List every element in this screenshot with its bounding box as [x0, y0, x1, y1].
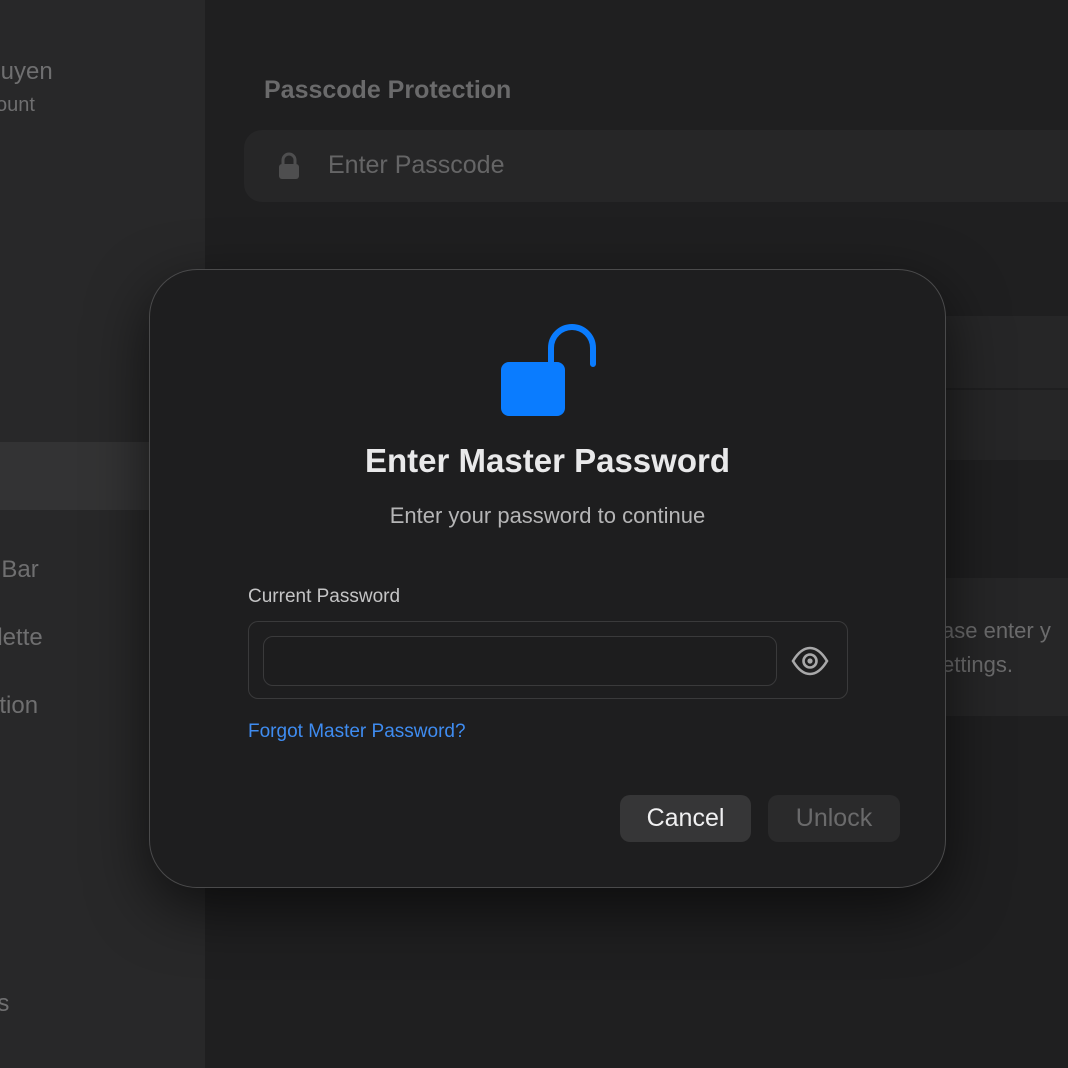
- master-password-dialog: Enter Master Password Enter your passwor…: [149, 269, 946, 888]
- sidebar-item[interactable]: ws: [0, 990, 9, 1018]
- unlock-button[interactable]: Unlock: [768, 795, 900, 842]
- passcode-input[interactable]: Enter Passcode: [244, 130, 1068, 202]
- info-text: ase enter y ettings.: [942, 614, 1051, 682]
- current-password-label: Current Password: [248, 586, 401, 607]
- sidebar-item[interactable]: alette: [0, 624, 43, 652]
- cancel-button[interactable]: Cancel: [620, 795, 751, 842]
- passcode-placeholder: Enter Passcode: [328, 151, 505, 179]
- dialog-title: Enter Master Password: [365, 442, 730, 479]
- section-heading: Passcode Protection: [264, 76, 512, 104]
- dialog-subtitle: Enter your password to continue: [389, 503, 706, 528]
- lock-open-icon: [499, 324, 599, 423]
- app-window: lguyen count e t Bar alette ation ws Pas…: [0, 0, 1068, 1068]
- eye-icon[interactable]: [791, 646, 831, 676]
- settings-row[interactable]: [944, 316, 1068, 388]
- forgot-password-link[interactable]: Forgot Master Password?: [248, 721, 466, 743]
- current-password-input[interactable]: [263, 636, 777, 686]
- settings-row[interactable]: [944, 390, 1068, 460]
- info-text-line: ettings.: [942, 652, 1013, 677]
- sidebar-user-name: lguyen: [0, 58, 53, 85]
- info-text-line: ase enter y: [942, 618, 1051, 643]
- sidebar-item[interactable]: ation: [0, 692, 38, 720]
- lock-icon: [278, 152, 300, 185]
- sidebar-account-label: count: [0, 94, 35, 116]
- sidebar-item-selected[interactable]: [0, 442, 160, 510]
- password-field-container: [248, 621, 848, 699]
- sidebar-item[interactable]: t Bar: [0, 556, 39, 584]
